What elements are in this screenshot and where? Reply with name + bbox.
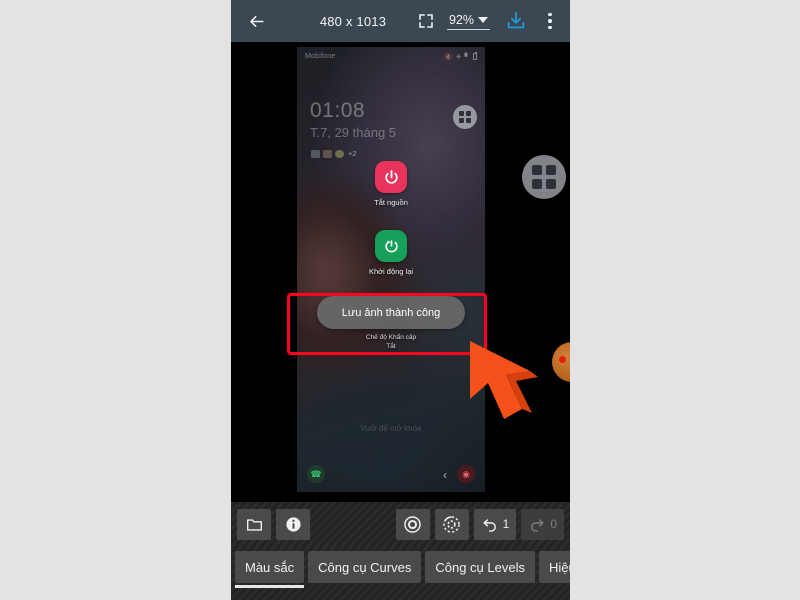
overflow-menu-button[interactable]: [540, 7, 560, 35]
zoom-level-label: 92%: [448, 12, 474, 27]
edge-decoration-blob: [552, 342, 570, 382]
folder-icon: [246, 518, 262, 531]
select-button[interactable]: [395, 508, 430, 540]
floating-apps-bubble[interactable]: [522, 155, 566, 199]
tab-label: Màu sắc: [245, 559, 295, 575]
phone-screenshot-image: Mobifone 🔇 ✈ ▘ 01:08 T.7, 29 tháng 5 +2: [297, 47, 485, 492]
emergency-mode-state: Tắt: [386, 343, 396, 350]
mute-icon: 🔇: [444, 53, 453, 61]
download-icon: [507, 11, 525, 29]
notification-icon: [323, 149, 332, 158]
lockscreen-clock: 01:08: [310, 99, 366, 122]
power-off-button: [375, 161, 407, 193]
apps-grid-icon: [546, 179, 556, 189]
restart-label: Khởi động lại: [368, 267, 414, 276]
download-button[interactable]: [502, 7, 530, 35]
select-dashed-button[interactable]: [434, 508, 469, 540]
undo-button[interactable]: 1: [473, 508, 517, 540]
info-button[interactable]: [276, 508, 310, 540]
apps-grid-icon: [459, 111, 464, 116]
apps-grid-icon: [466, 111, 471, 116]
arrow-left-icon: [249, 15, 264, 27]
battery-icon: [473, 52, 477, 60]
tab-label: Công cụ Curves: [318, 559, 412, 575]
emergency-mode-label: Chế độ Khẩn cấp: [365, 334, 417, 341]
signal-icon: ▘: [464, 53, 470, 61]
restart-option: Khởi động lại: [297, 230, 485, 276]
image-canvas[interactable]: Mobifone 🔇 ✈ ▘ 01:08 T.7, 29 tháng 5 +2: [231, 42, 570, 502]
power-icon: [384, 169, 398, 184]
redo-count: 0: [550, 517, 557, 531]
apps-grid-icon: [466, 118, 471, 123]
apps-grid-icon: [532, 165, 542, 175]
tab-label: Công cụ Levels: [435, 559, 525, 575]
tools-tab-bar: Màu sắc Công cụ Curves Công cụ Levels Hi…: [231, 546, 570, 600]
phone-shortcut-left: ☎: [307, 465, 325, 483]
tab-cong-cu-levels[interactable]: Công cụ Levels: [425, 551, 535, 583]
image-dimensions-label: 480 x 1013: [319, 13, 387, 29]
apps-grid-icon: [532, 179, 542, 189]
tab-mau-sac[interactable]: Màu sắc: [235, 551, 305, 588]
notification-icons: +2: [311, 149, 357, 158]
power-off-label: Tắt nguồn: [374, 198, 408, 207]
fit-to-screen-button[interactable]: [413, 8, 439, 34]
chevron-left-icon: ‹: [443, 468, 447, 482]
apps-grid-icon: [459, 118, 464, 123]
page-root: 480 x 1013 92% Mobifone 🔇 ✈ ▘ 01:08 T.7,…: [0, 0, 800, 600]
fit-to-screen-icon: [419, 14, 433, 28]
info-icon: [285, 516, 301, 532]
apps-grid-icon: [546, 165, 556, 175]
annotation-cursor-arrow: [470, 341, 538, 419]
chevron-down-icon: [478, 16, 488, 23]
toast-message: Lưu ảnh thành công: [317, 296, 465, 329]
tab-cong-cu-curves[interactable]: Công cụ Curves: [308, 551, 422, 583]
undo-icon: [483, 519, 496, 532]
system-icons: 🔇 ✈ ▘: [444, 52, 477, 61]
selection-circle-icon: [404, 515, 421, 533]
wifi-icon: ✈: [455, 53, 462, 61]
notification-icon: [335, 149, 344, 158]
app-header: 480 x 1013 92%: [231, 0, 570, 42]
unlock-hint-label: Vuốt để mở khóa: [360, 424, 422, 433]
camera-icon: ◉: [462, 468, 470, 479]
restart-icon: [384, 239, 398, 252]
notification-icon: [311, 149, 320, 158]
tab-hieu-ung[interactable]: Hiệu: [538, 551, 570, 583]
phone-shortcut-right: ◉: [457, 465, 475, 483]
app-window: 480 x 1013 92% Mobifone 🔇 ✈ ▘ 01:08 T.7,…: [231, 0, 570, 600]
power-off-option: Tắt nguồn: [297, 161, 485, 207]
undo-count: 1: [502, 517, 510, 531]
redo-icon: [531, 519, 544, 532]
zoom-level-dropdown[interactable]: 92%: [446, 12, 490, 30]
phone-status-bar: Mobifone 🔇 ✈ ▘: [297, 50, 485, 63]
phone-apps-bubble: [453, 105, 477, 129]
lockscreen-date: T.7, 29 tháng 5: [310, 125, 397, 140]
phone-icon: ☎: [310, 468, 322, 479]
selection-dashed-circle-icon: [443, 515, 460, 533]
restart-button: [375, 230, 407, 262]
primary-toolbar: 1 0: [231, 502, 570, 546]
kebab-menu-icon: [548, 12, 552, 17]
kebab-menu-icon: [548, 25, 552, 30]
back-button[interactable]: [241, 6, 271, 36]
redo-button[interactable]: 0: [521, 508, 564, 540]
kebab-menu-icon: [548, 19, 552, 23]
tab-label: Hiệu: [548, 559, 570, 575]
carrier-label: Mobifone: [305, 53, 336, 60]
open-folder-button[interactable]: [237, 508, 271, 540]
emergency-mode-option: Chế độ Khẩn cấp Tắt: [297, 334, 485, 350]
notification-overflow-count: +2: [348, 149, 357, 158]
